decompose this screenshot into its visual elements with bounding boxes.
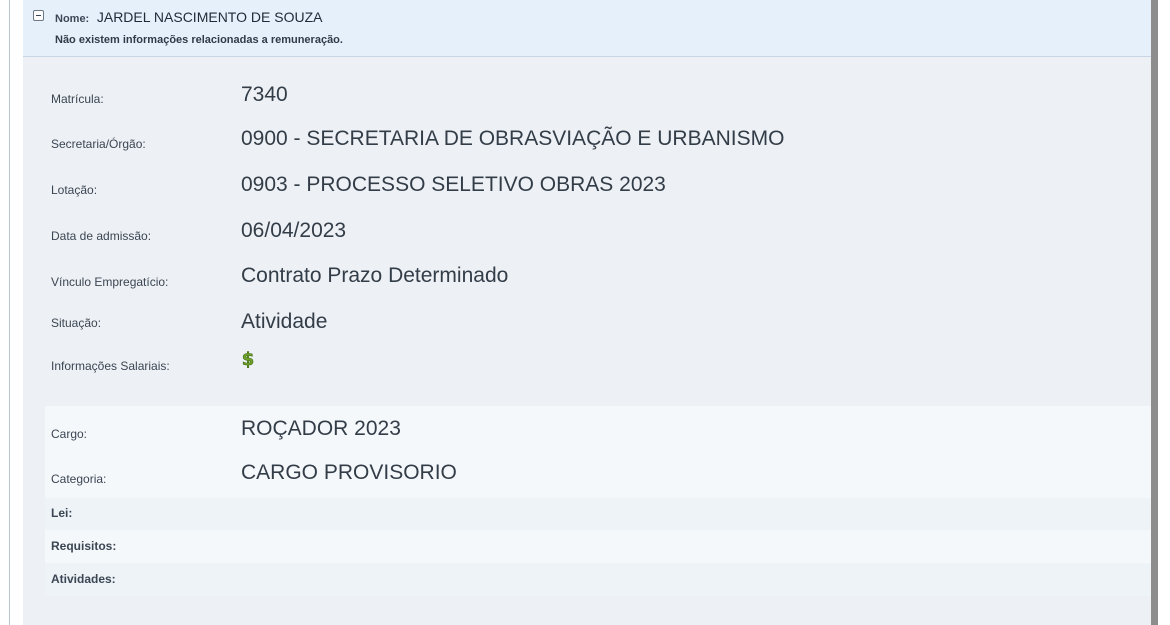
field-label: Secretaria/Órgão:: [51, 137, 146, 151]
field-data-admissao: Data de admissão: 06/04/2023: [23, 219, 1151, 259]
field-label: Informações Salariais:: [51, 359, 170, 373]
right-scroll-rail: [1151, 0, 1170, 625]
field-atividades: Atividades:: [23, 569, 1151, 591]
employee-name: JARDEL NASCIMENTO DE SOUZA: [96, 9, 323, 25]
field-cargo: Cargo: ROÇADOR 2023: [23, 416, 1151, 456]
field-value: 06/04/2023: [241, 219, 347, 242]
field-secretaria: Secretaria/Órgão: 0900 - SECRETARIA DE O…: [23, 127, 1151, 167]
field-label: Lei:: [51, 506, 73, 520]
left-border: [9, 0, 10, 625]
field-label: Requisitos:: [51, 539, 117, 553]
field-label: Atividades:: [51, 572, 116, 586]
field-value: CARGO PROVISORIO: [241, 461, 457, 484]
field-value: Contrato Prazo Determinado: [241, 264, 509, 287]
employee-name-row: Nome: JARDEL NASCIMENTO DE SOUZA: [55, 9, 322, 25]
scrollbar[interactable]: [1151, 0, 1158, 625]
field-vinculo: Vínculo Empregatício: Contrato Prazo Det…: [23, 264, 1151, 304]
field-situacao: Situação: Atividade: [23, 310, 1151, 350]
field-label: Lotação:: [51, 183, 98, 197]
collapse-icon[interactable]: [33, 10, 44, 21]
field-value: 0900 - SECRETARIA DE OBRASVIAÇÃO E URBAN…: [241, 127, 785, 150]
name-label: Nome:: [55, 13, 90, 25]
field-matricula: Matrícula: 7340: [23, 81, 1151, 121]
field-label: Cargo:: [51, 427, 88, 441]
remuneration-note: Não existem informações relacionadas a r…: [55, 34, 343, 46]
field-categoria: Categoria: CARGO PROVISORIO: [23, 461, 1151, 501]
field-lei: Lei:: [23, 505, 1151, 527]
field-value: ROÇADOR 2023: [241, 417, 401, 440]
dollar-sign-icon[interactable]: $: [241, 349, 255, 369]
field-label: Matrícula:: [51, 92, 104, 106]
field-lotacao: Lotação: 0903 - PROCESSO SELETIVO OBRAS …: [23, 173, 1151, 213]
field-label: Situação:: [51, 316, 102, 330]
employee-header: Nome: JARDEL NASCIMENTO DE SOUZA Não exi…: [23, 0, 1151, 57]
field-label: Vínculo Empregatício:: [51, 275, 169, 289]
field-requisitos: Requisitos:: [23, 537, 1151, 559]
field-info-salariais: Informações Salariais: $: [23, 349, 1151, 379]
field-value: 0903 - PROCESSO SELETIVO OBRAS 2023: [241, 173, 666, 196]
field-label: Data de admissão:: [51, 229, 152, 243]
field-value: Atividade: [241, 310, 328, 333]
field-value: 7340: [241, 83, 288, 106]
svg-text:$: $: [242, 349, 255, 369]
field-label: Categoria:: [51, 472, 107, 486]
